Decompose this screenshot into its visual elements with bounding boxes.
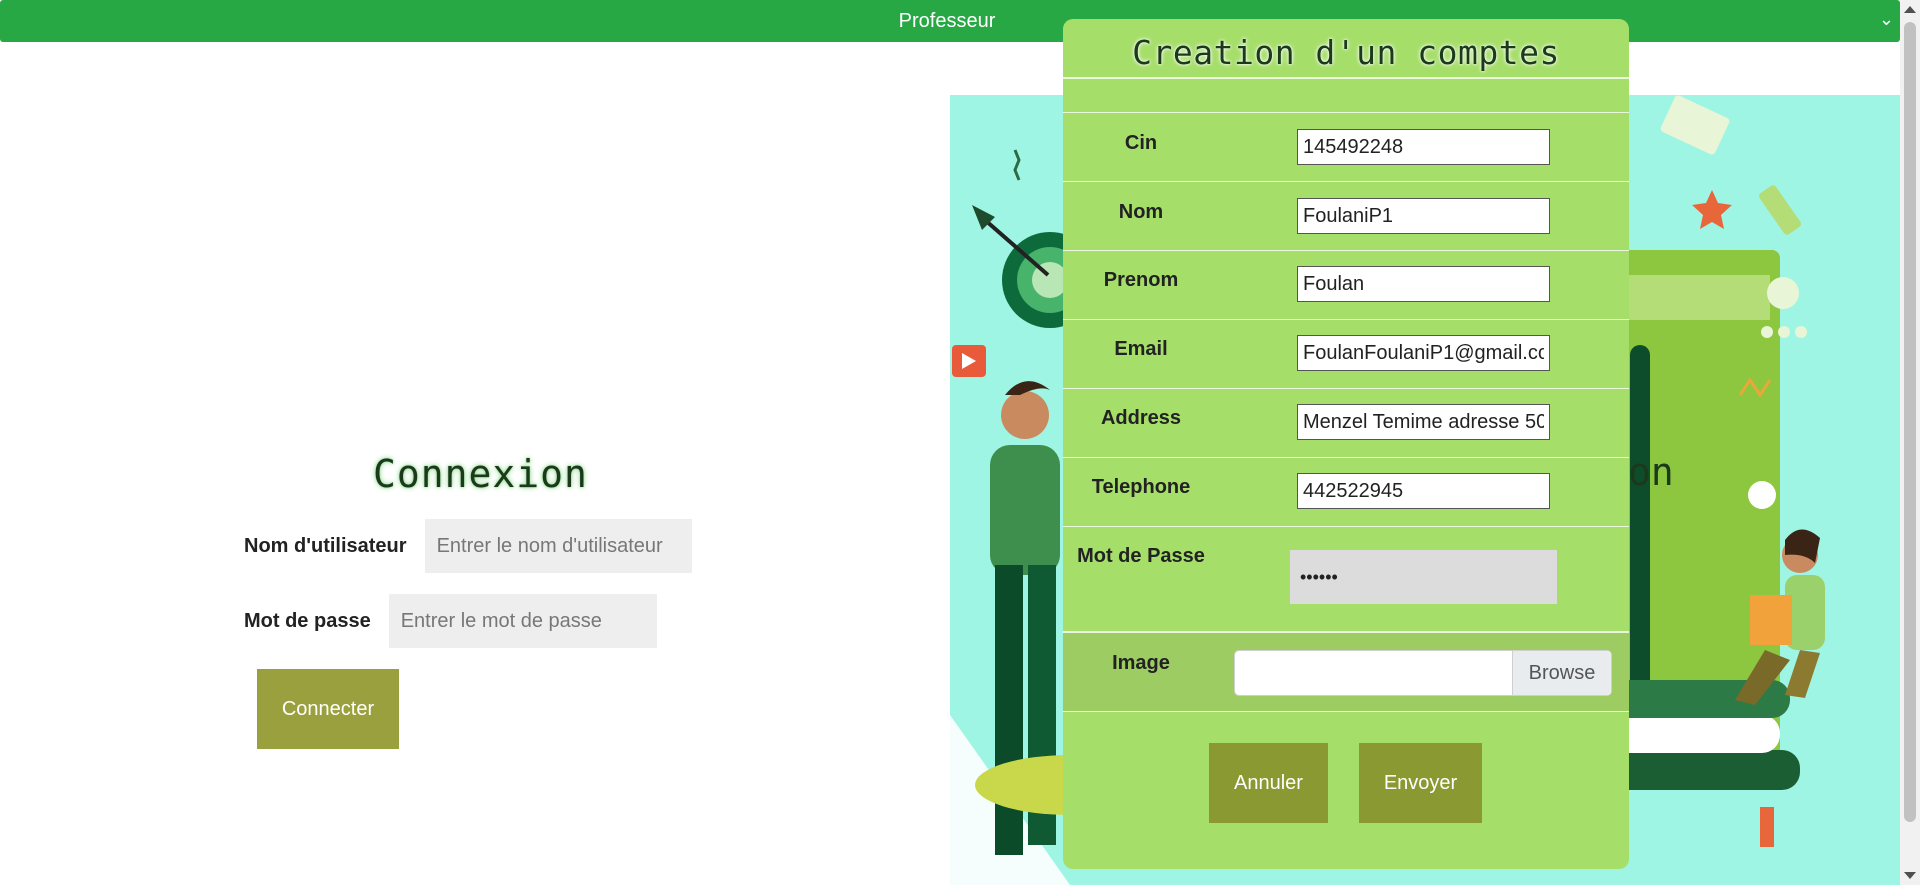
nom-label: Nom [1118,201,1164,223]
divider [1063,250,1629,251]
divider [1063,77,1629,79]
prenom-input[interactable] [1297,266,1550,302]
divider [1063,112,1629,113]
cin-label: Cin [1124,132,1158,154]
address-label: Address [1100,407,1182,429]
password-row: Mot de passe [244,594,657,648]
connect-button[interactable]: Connecter [257,669,399,749]
cancel-button[interactable]: Annuler [1209,743,1328,823]
file-name-display[interactable] [1235,651,1512,695]
form-row-image: Image Browse [1063,633,1629,711]
address-input[interactable] [1297,404,1550,440]
username-input[interactable] [424,519,692,573]
account-creation-modal: Creation d'un comptes Cin Nom Prenom Ema… [1063,19,1629,869]
modal-title: Creation d'un comptes [1132,33,1560,72]
scrollbar-thumb[interactable] [1904,22,1916,822]
telephone-input[interactable] [1297,473,1550,509]
image-file-input[interactable]: Browse [1234,650,1612,696]
divider [1063,526,1629,527]
email-input[interactable] [1297,335,1550,371]
scroll-down-arrow-icon[interactable] [1904,872,1916,879]
username-label: Nom d'utilisateur [244,534,407,557]
telephone-label: Telephone [1091,476,1191,498]
scroll-up-arrow-icon[interactable] [1904,6,1916,13]
chevron-down-icon[interactable]: ⌄ [1879,10,1894,28]
divider [1063,319,1629,320]
background-partial-text: on [1628,450,1674,494]
browse-button[interactable]: Browse [1512,651,1611,695]
top-bar-title: Professeur [898,9,996,32]
username-row: Nom d'utilisateur [244,519,692,573]
divider [1063,181,1629,182]
prenom-label: Prenom [1103,269,1179,291]
login-title: Connexion [373,452,588,496]
password-field[interactable] [1290,550,1557,604]
nom-input[interactable] [1297,198,1550,234]
divider [1063,457,1629,458]
image-label: Image [1112,652,1170,674]
divider [1063,388,1629,389]
password-label: Mot de Passe [1077,545,1205,567]
submit-button[interactable]: Envoyer [1359,743,1482,823]
password-label: Mot de passe [244,609,371,632]
password-input[interactable] [388,594,657,648]
vertical-scrollbar[interactable] [1900,0,1920,885]
email-label: Email [1114,338,1168,360]
divider [1063,711,1629,712]
cin-input[interactable] [1297,129,1550,165]
